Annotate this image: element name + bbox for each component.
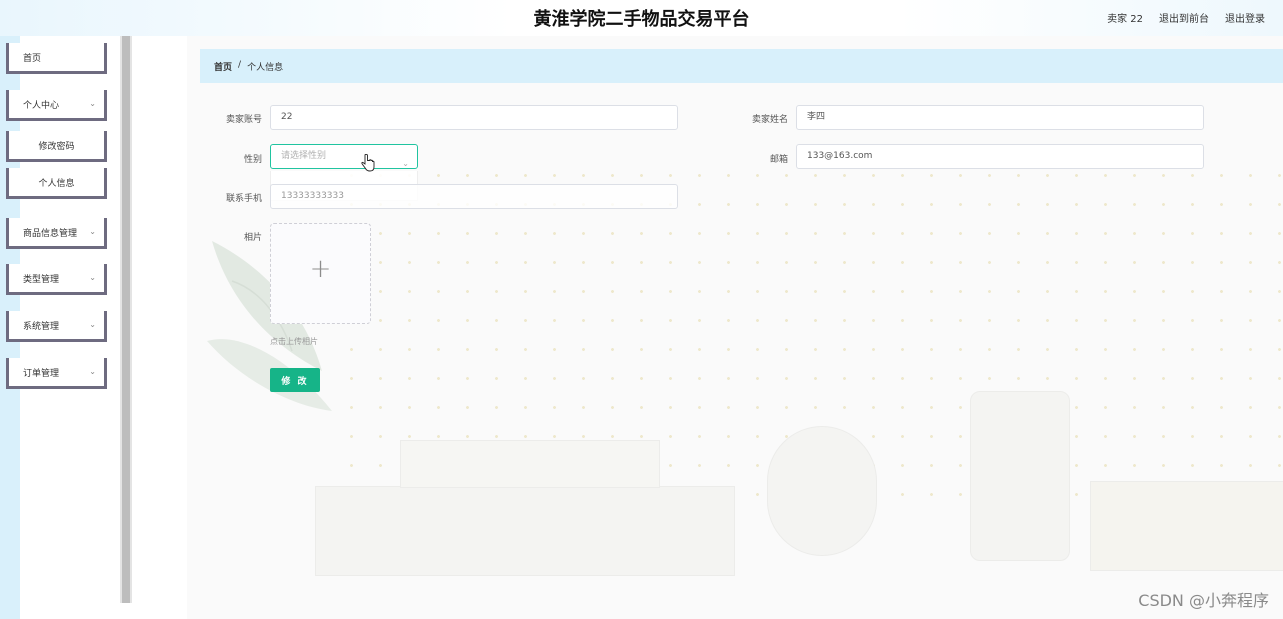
sidebar-item-order-management[interactable]: 订单管理 ⌄	[6, 358, 107, 389]
gender-placeholder: 请选择性别	[281, 151, 327, 161]
breadcrumb: 首页 / 个人信息	[214, 60, 283, 73]
hand-cursor-icon	[361, 154, 375, 172]
sidebar-item-label: 系统管理	[23, 321, 60, 332]
decor-tall-cylinder	[970, 391, 1070, 561]
photo-label: 相片	[243, 233, 262, 243]
sidebar-item-label: 类型管理	[23, 274, 60, 285]
sidebar-item-personal-info[interactable]: 个人信息	[6, 168, 107, 199]
sidebar-item-product-management[interactable]: 商品信息管理 ⌄	[6, 218, 107, 249]
scrollbar-thumb[interactable]	[122, 36, 130, 603]
breadcrumb-separator: /	[238, 60, 242, 70]
plus-icon: +	[309, 254, 332, 284]
header-actions: 卖家 22 退出到前台 退出登录	[1107, 10, 1265, 25]
email-label: 邮箱	[769, 155, 788, 165]
decor-step	[400, 440, 660, 488]
watermark: CSDN @小奔程序	[1138, 591, 1269, 610]
sidebar-item-type-management[interactable]: 类型管理 ⌄	[6, 264, 107, 295]
breadcrumb-home-link[interactable]: 首页	[214, 60, 232, 73]
header: 黄淮学院二手物品交易平台 卖家 22 退出到前台 退出登录	[0, 0, 1283, 36]
sidebar-scrollbar[interactable]	[120, 36, 132, 603]
decor-box	[315, 486, 735, 576]
breadcrumb-bar: 首页 / 个人信息	[200, 49, 1283, 83]
phone-value: 13333333333	[281, 191, 344, 201]
main-content: 首页 / 个人信息 卖家账号 22 卖家姓名 李四 性别 请选择性别 ⌄ 邮箱 …	[187, 36, 1283, 619]
decor-block	[1090, 481, 1283, 571]
account-field[interactable]: 22	[270, 105, 678, 130]
chevron-down-icon: ⌄	[89, 320, 96, 329]
sidebar-item-home[interactable]: 首页	[6, 43, 107, 74]
phone-field[interactable]: 13333333333	[270, 184, 678, 209]
account-value: 22	[281, 112, 293, 122]
site-title: 黄淮学院二手物品交易平台	[533, 9, 750, 30]
sidebar-item-label: 修改密码	[38, 141, 75, 152]
sidebar-item-label: 个人信息	[38, 178, 75, 189]
decor-cylinder	[767, 426, 877, 556]
sidebar-item-label: 商品信息管理	[23, 228, 78, 239]
chevron-down-icon: ⌄	[89, 99, 96, 108]
email-value: 133@163.com	[807, 151, 873, 161]
chevron-down-icon: ⌄	[89, 273, 96, 282]
current-user-label: 卖家 22	[1107, 14, 1143, 25]
sidebar-item-personal-center[interactable]: 个人中心 ⌄	[6, 90, 107, 121]
sidebar-item-system-management[interactable]: 系统管理 ⌄	[6, 311, 107, 342]
name-field[interactable]: 李四	[796, 105, 1204, 130]
breadcrumb-current: 个人信息	[247, 63, 284, 73]
photo-upload[interactable]: +	[270, 223, 371, 324]
exit-to-front-link[interactable]: 退出到前台	[1159, 10, 1209, 25]
sidebar-item-change-password[interactable]: 修改密码	[6, 131, 107, 162]
phone-label: 联系手机	[225, 194, 262, 204]
submit-button[interactable]: 修 改	[270, 368, 320, 392]
name-value: 李四	[807, 112, 826, 122]
gender-label: 性别	[243, 155, 262, 165]
account-label: 卖家账号	[225, 115, 262, 125]
chevron-down-icon: ⌄	[89, 227, 96, 236]
sidebar-item-label: 首页	[23, 53, 42, 64]
sidebar-item-label: 个人中心	[23, 100, 60, 111]
gender-select[interactable]: 请选择性别 ⌄	[270, 144, 418, 169]
photo-upload-hint: 点击上传相片	[270, 337, 318, 346]
sidebar-item-label: 订单管理	[23, 368, 60, 379]
email-field[interactable]: 133@163.com	[796, 144, 1204, 169]
logout-link[interactable]: 退出登录	[1225, 10, 1265, 25]
name-label: 卖家姓名	[751, 115, 788, 125]
chevron-down-icon: ⌄	[89, 367, 96, 376]
